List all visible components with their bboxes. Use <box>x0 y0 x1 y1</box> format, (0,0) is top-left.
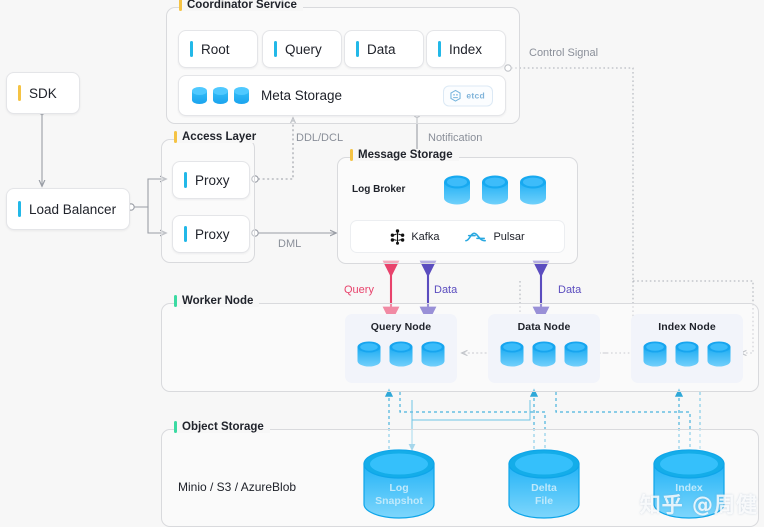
pulsar-label: Pulsar <box>493 230 525 243</box>
object-store-log-snapshot[interactable]: Log Snapshot <box>360 448 438 527</box>
store-label-line1: Delta <box>531 482 557 494</box>
proxy-label: Proxy <box>195 172 230 188</box>
node-cylinders <box>642 340 732 370</box>
coord-label: Root <box>201 41 230 57</box>
node-label: Query Node <box>370 321 432 333</box>
accent-bar <box>179 0 182 11</box>
group-message-storage: Message Storage Log Broker Kafka Pulsar <box>337 149 578 264</box>
coord-label: Data <box>367 41 396 57</box>
group-title-access: Access Layer <box>174 131 263 143</box>
cylinder-icon <box>532 341 556 367</box>
data-node-box[interactable]: Data Node <box>488 314 600 383</box>
group-label: Coordinator Service <box>187 0 297 11</box>
accent-bar <box>174 295 177 307</box>
proxy-label: Proxy <box>195 226 230 242</box>
group-label: Message Storage <box>358 149 453 161</box>
accent-bar <box>174 421 177 433</box>
cylinder-icon <box>482 175 508 205</box>
cylinder-icon <box>707 341 731 367</box>
group-title-message: Message Storage <box>350 149 459 161</box>
etcd-label: etcd <box>466 90 485 101</box>
load-balancer-label: Load Balancer <box>29 201 117 217</box>
group-title-coordinator: Coordinator Service <box>179 0 303 11</box>
message-queue-bar: Kafka Pulsar <box>350 220 565 253</box>
accent-bar <box>174 131 177 143</box>
coord-card-index[interactable]: Index <box>426 30 506 68</box>
edge-label-notification: Notification <box>428 132 483 144</box>
load-balancer-card[interactable]: Load Balancer <box>6 188 130 230</box>
store-label-line2: File <box>534 495 554 507</box>
cylinder-icon <box>192 87 207 104</box>
cylinder-icon <box>444 175 470 205</box>
group-label: Object Storage <box>182 421 264 433</box>
accent-bar <box>184 226 187 242</box>
edge-label-dml: DML <box>278 238 302 250</box>
watermark: 知乎 @周健 <box>639 493 758 517</box>
coord-label: Index <box>449 41 483 57</box>
node-label: Data Node <box>517 321 571 333</box>
accent-bar <box>274 41 277 57</box>
sdk-card[interactable]: SDK <box>6 72 80 114</box>
cylinder-icon <box>500 341 524 367</box>
edge-label-ddl-dcl: DDL/DCL <box>296 132 344 144</box>
proxy-card-2[interactable]: Proxy <box>172 215 250 253</box>
store-label: Delta File <box>505 482 583 508</box>
kafka-icon <box>391 228 405 245</box>
edge-label-query: Query <box>344 284 374 296</box>
accent-bar <box>18 201 21 217</box>
coord-card-data[interactable]: Data <box>344 30 424 68</box>
query-node-box[interactable]: Query Node <box>345 314 457 383</box>
sdk-label: SDK <box>29 85 57 101</box>
accent-bar <box>190 41 193 57</box>
cylinder-icon <box>643 341 667 367</box>
cylinder-icon <box>234 87 249 104</box>
cylinder-icon <box>389 341 413 367</box>
cylinder-icon <box>520 175 546 205</box>
log-broker-cylinders <box>442 174 548 208</box>
accent-bar <box>350 149 353 161</box>
coord-card-root[interactable]: Root <box>178 30 258 68</box>
kafka-entry[interactable]: Kafka <box>390 228 440 245</box>
accent-bar <box>356 41 359 57</box>
edge-label-data-left: Data <box>434 284 458 296</box>
meta-storage-label: Meta Storage <box>261 88 343 103</box>
store-label: Log Snapshot <box>360 482 438 508</box>
meta-cylinder-group <box>191 86 250 105</box>
node-cylinders <box>356 340 446 370</box>
accent-bar <box>184 172 187 188</box>
cylinder-icon <box>564 341 588 367</box>
accent-bar <box>438 41 441 57</box>
etcd-badge: etcd <box>443 85 493 106</box>
object-store-delta-file[interactable]: Delta File <box>505 448 583 527</box>
kafka-label: Kafka <box>411 230 440 243</box>
store-label-line2: Snapshot <box>375 495 423 507</box>
pulsar-icon <box>465 232 487 241</box>
coord-label: Query <box>285 41 322 57</box>
store-label-line1: Log <box>389 482 409 494</box>
node-cylinders <box>499 340 589 370</box>
coord-card-query[interactable]: Query <box>262 30 342 68</box>
architecture-diagram: Coordinator Service Root Query Data Inde… <box>0 0 764 527</box>
etcd-icon <box>450 89 461 102</box>
edge-label-data-right: Data <box>558 284 582 296</box>
group-label: Worker Node <box>182 295 254 307</box>
cylinder-icon <box>421 341 445 367</box>
pulsar-entry[interactable]: Pulsar <box>465 229 525 245</box>
meta-storage-card[interactable]: Meta Storage etcd <box>178 75 506 116</box>
group-title-worker: Worker Node <box>174 295 260 307</box>
index-node-box[interactable]: Index Node <box>631 314 743 383</box>
edge-label-control-signal: Control Signal <box>529 47 599 59</box>
cylinder-icon <box>675 341 699 367</box>
group-title-object: Object Storage <box>174 421 270 433</box>
cylinder-icon <box>213 87 228 104</box>
storage-providers-label: Minio / S3 / AzureBlob <box>178 480 297 494</box>
log-broker-label: Log Broker <box>352 184 406 195</box>
cylinder-icon <box>357 341 381 367</box>
proxy-card-1[interactable]: Proxy <box>172 161 250 199</box>
node-label: Index Node <box>658 321 716 333</box>
accent-bar <box>18 85 21 101</box>
group-label: Access Layer <box>182 131 257 143</box>
